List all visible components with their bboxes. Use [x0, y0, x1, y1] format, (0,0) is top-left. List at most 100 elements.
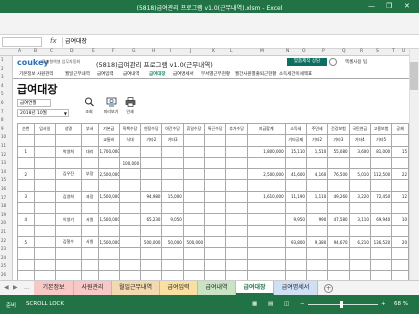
table-cell[interactable] — [161, 247, 184, 260]
table-cell[interactable]: 주민세 — [305, 122, 329, 136]
table-cell[interactable] — [33, 156, 56, 170]
table-cell[interactable] — [182, 179, 206, 192]
zoom-out-button[interactable]: − — [300, 301, 305, 307]
table-cell[interactable] — [118, 168, 142, 181]
column-header[interactable]: R — [360, 49, 363, 54]
table-cell[interactable] — [305, 247, 329, 260]
column-header[interactable]: E — [92, 49, 95, 54]
table-cell[interactable] — [225, 213, 248, 226]
table-cell[interactable] — [204, 235, 227, 249]
table-cell[interactable] — [204, 247, 227, 260]
table-cell[interactable] — [284, 179, 307, 192]
table-cell[interactable] — [140, 179, 163, 192]
table-cell[interactable]: 성명 — [54, 122, 82, 136]
table-cell[interactable]: 입사일 — [33, 122, 56, 136]
table-cell[interactable]: 47,580 — [327, 213, 350, 226]
column-header[interactable]: I — [170, 49, 171, 54]
table-cell[interactable]: 과장 — [80, 190, 99, 204]
row-header[interactable]: 26 — [1, 272, 6, 277]
table-cell[interactable] — [225, 190, 248, 204]
table-cell[interactable]: 김영희 — [54, 190, 82, 204]
table-cell[interactable]: 기타5 — [369, 134, 393, 147]
table-cell[interactable] — [225, 269, 248, 280]
row-header[interactable]: 20 — [1, 220, 6, 225]
table-cell[interactable]: 박영희 — [54, 145, 82, 158]
table-cell[interactable]: 9,380 — [305, 235, 329, 249]
menu-item[interactable]: 사원관리 — [37, 71, 54, 77]
table-cell[interactable] — [97, 156, 120, 170]
user-icon[interactable] — [329, 58, 337, 66]
table-cell[interactable]: 112,500 — [369, 168, 393, 181]
table-cell[interactable] — [246, 269, 286, 280]
table-cell[interactable]: 교통비 — [97, 134, 120, 147]
table-cell[interactable] — [225, 235, 248, 249]
sheet-tab[interactable]: 기본정보 — [34, 281, 74, 295]
table-cell[interactable] — [33, 224, 56, 237]
table-cell[interactable]: 3 — [17, 190, 35, 204]
table-cell[interactable] — [118, 179, 142, 192]
table-cell[interactable] — [54, 179, 82, 192]
table-cell[interactable] — [246, 258, 286, 271]
table-cell[interactable]: 65,230 — [140, 213, 163, 226]
table-cell[interactable] — [204, 156, 227, 170]
table-cell[interactable] — [54, 269, 82, 280]
table-cell[interactable]: 기본급 — [97, 122, 120, 136]
table-cell[interactable] — [369, 179, 393, 192]
table-cell[interactable]: 순번 — [17, 122, 35, 136]
column-header[interactable]: G — [132, 49, 136, 54]
table-cell[interactable] — [80, 179, 99, 192]
table-cell[interactable] — [17, 247, 35, 260]
add-sheet-button[interactable]: + — [324, 284, 333, 293]
table-cell[interactable] — [54, 247, 82, 260]
table-cell[interactable]: 공제 — [391, 122, 409, 136]
table-cell[interactable]: 5 — [17, 235, 35, 249]
table-cell[interactable] — [17, 269, 35, 280]
table-cell[interactable] — [118, 269, 142, 280]
table-cell[interactable] — [118, 190, 142, 204]
table-cell[interactable]: 고용보험 — [369, 122, 393, 136]
table-cell[interactable] — [97, 269, 120, 280]
table-cell[interactable]: 81,000 — [369, 145, 393, 158]
table-cell[interactable]: 100,000 — [118, 156, 142, 170]
menu-item[interactable]: 급여내역 — [123, 71, 140, 77]
page-break-icon[interactable]: ◫ — [284, 301, 289, 307]
normal-view-icon[interactable]: ▦ — [252, 301, 257, 307]
column-header[interactable]: P — [322, 49, 325, 54]
table-cell[interactable]: 4,160 — [305, 168, 329, 181]
print-button[interactable]: 인쇄 — [120, 97, 140, 119]
table-cell[interactable] — [305, 156, 329, 170]
table-cell[interactable]: 기타공제 — [284, 134, 307, 147]
table-cell[interactable]: 9,950 — [284, 213, 307, 226]
table-cell[interactable] — [54, 258, 82, 271]
table-cell[interactable]: 55,080 — [327, 145, 350, 158]
table-cell[interactable]: 직책수당 — [118, 122, 142, 136]
table-cell[interactable]: 20 — [391, 235, 409, 249]
table-cell[interactable] — [305, 202, 329, 215]
zoom-slider[interactable] — [308, 304, 378, 305]
table-cell[interactable] — [305, 224, 329, 237]
table-cell[interactable]: 기타3 — [327, 134, 350, 147]
table-cell[interactable] — [80, 247, 99, 260]
table-cell[interactable] — [305, 258, 329, 271]
table-cell[interactable] — [118, 247, 142, 260]
table-cell[interactable] — [284, 224, 307, 237]
table-cell[interactable] — [118, 258, 142, 271]
menu-item[interactable]: 부서별근무현황 — [201, 71, 230, 77]
table-cell[interactable]: 3,110 — [348, 213, 371, 226]
table-cell[interactable]: 1,500,000 — [97, 190, 120, 204]
table-cell[interactable] — [391, 156, 409, 170]
table-cell[interactable] — [327, 224, 350, 237]
table-cell[interactable] — [225, 168, 248, 181]
table-cell[interactable]: 소득세 — [284, 122, 307, 136]
table-cell[interactable] — [97, 258, 120, 271]
table-cell[interactable] — [80, 224, 99, 237]
table-cell[interactable] — [246, 235, 286, 249]
table-cell[interactable] — [391, 179, 409, 192]
table-cell[interactable]: 500,000 — [140, 235, 163, 249]
row-header[interactable]: 24 — [1, 255, 6, 260]
table-cell[interactable] — [348, 269, 371, 280]
chevron-down-icon[interactable]: ▼ — [64, 110, 67, 117]
table-cell[interactable]: 1,800,000 — [246, 145, 286, 158]
column-header[interactable]: K — [212, 49, 215, 54]
table-cell[interactable]: 식대 — [118, 134, 142, 147]
